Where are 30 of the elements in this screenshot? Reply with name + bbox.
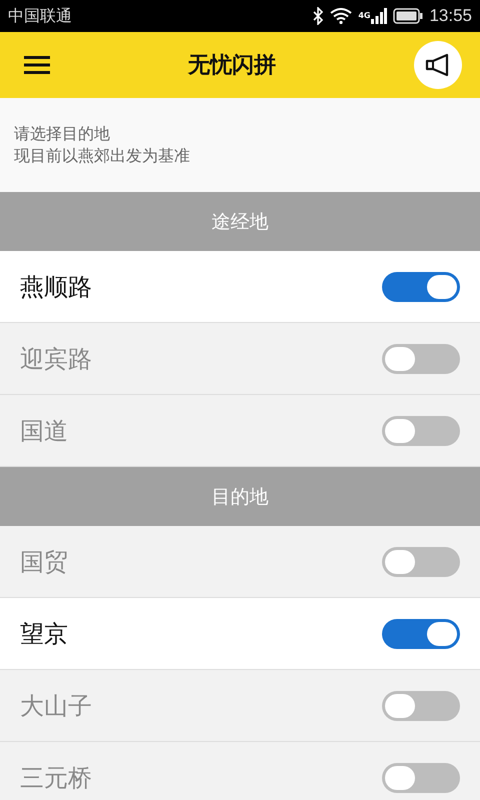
announcement-button[interactable] xyxy=(414,41,462,89)
toggle-switch[interactable] xyxy=(382,546,460,576)
option-label: 大山子 xyxy=(20,690,92,722)
toggle-switch[interactable] xyxy=(382,762,460,792)
network-type: 4G xyxy=(358,11,370,20)
menu-icon xyxy=(24,55,50,75)
clock: 13:55 xyxy=(429,6,472,26)
carrier-name: 中国联通 xyxy=(8,6,72,26)
option-label: 三元桥 xyxy=(20,762,92,794)
wifi-icon xyxy=(330,8,352,24)
battery-icon xyxy=(393,8,424,24)
option-label: 望京 xyxy=(20,618,68,650)
toggle-switch[interactable] xyxy=(382,272,460,302)
app-title: 无忧闪拼 xyxy=(188,52,276,80)
toggle-switch[interactable] xyxy=(382,690,460,720)
menu-button[interactable] xyxy=(24,55,50,75)
toggle-switch[interactable] xyxy=(382,618,460,648)
signal-icon xyxy=(371,8,388,24)
toggle-switch[interactable] xyxy=(382,344,460,374)
bluetooth-icon xyxy=(312,7,324,25)
option-label: 国道 xyxy=(20,416,68,446)
toggle-switch[interactable] xyxy=(382,416,460,446)
option-label: 燕顺路 xyxy=(20,272,92,302)
option-label: 国贸 xyxy=(20,546,68,578)
notice-text: 现目前以燕郊出发为基准 xyxy=(14,145,190,167)
option-label: 迎宾路 xyxy=(20,344,92,374)
speaker-icon xyxy=(425,53,451,77)
section-title: 目的地 xyxy=(212,484,268,510)
section-title: 途经地 xyxy=(212,210,268,234)
notice-text: 请选择目的地 xyxy=(14,123,110,145)
